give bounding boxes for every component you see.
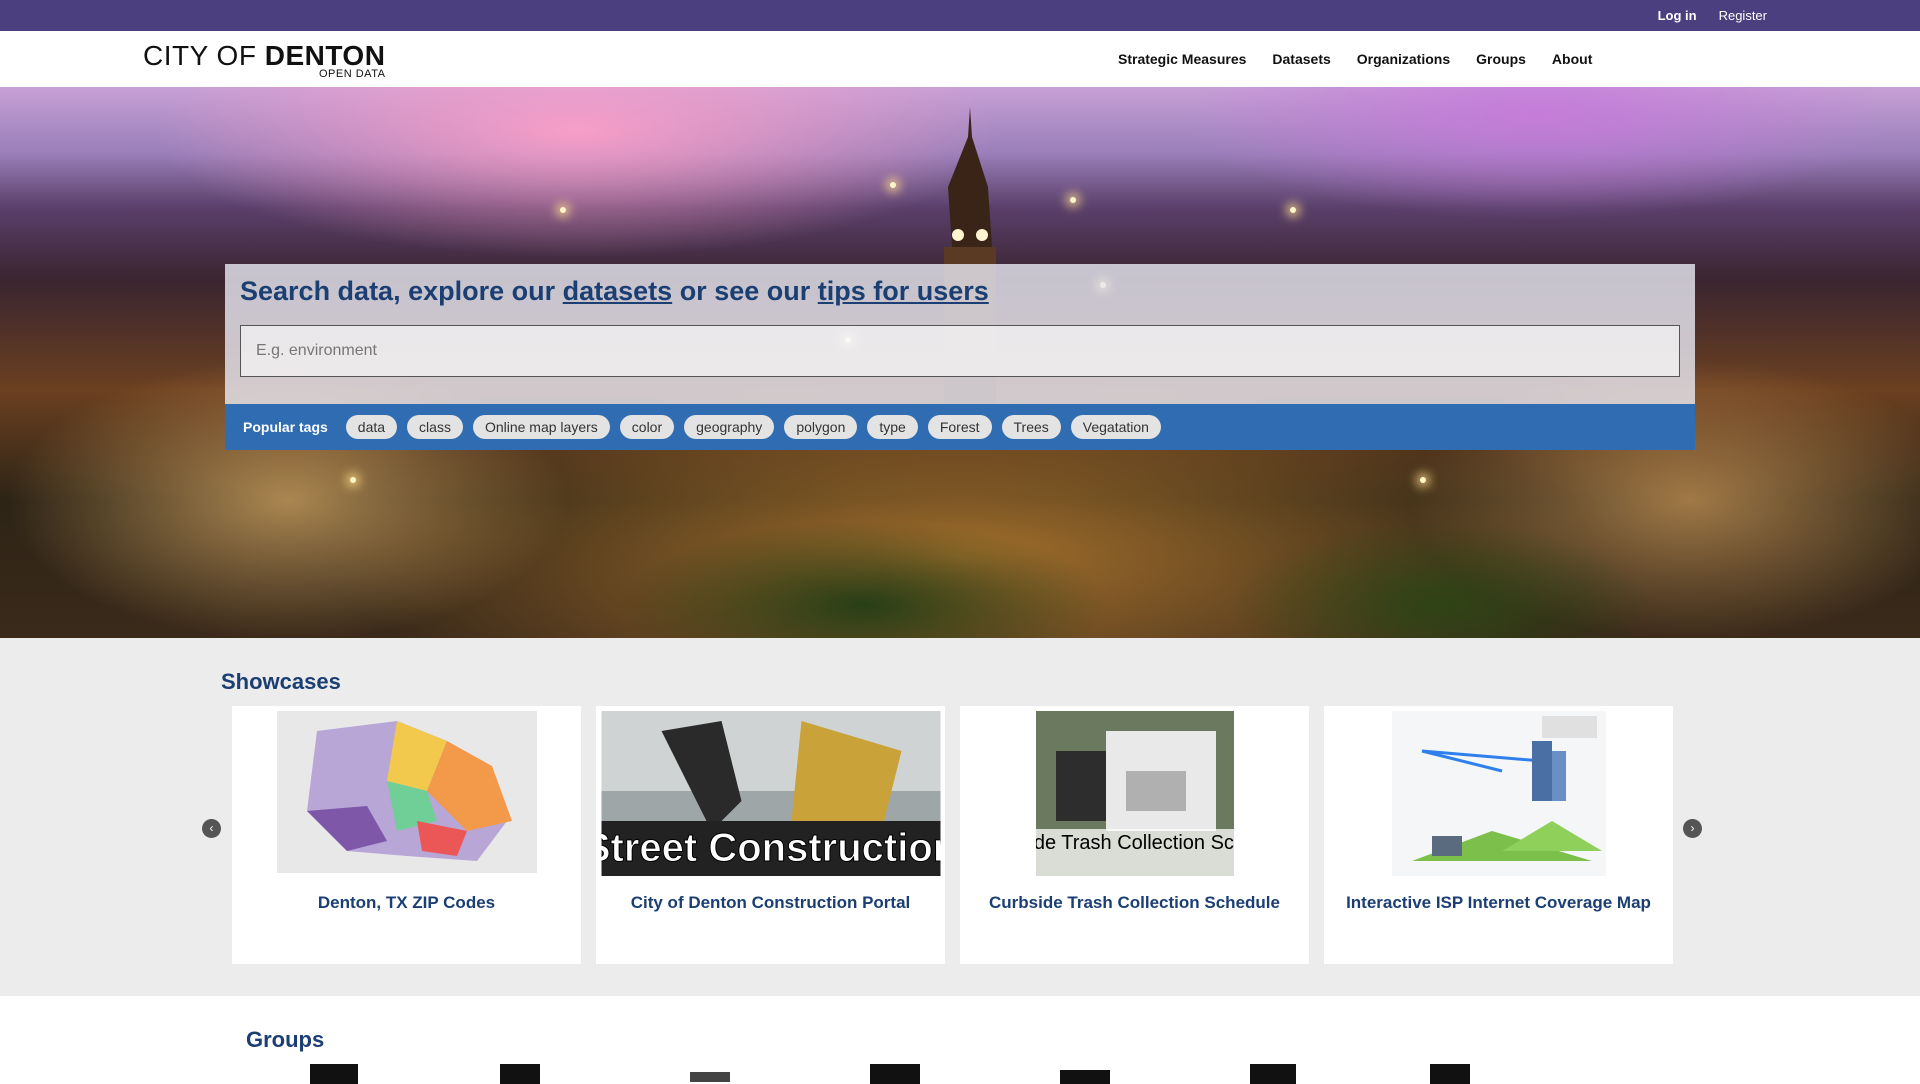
tag-online-map-layers[interactable]: Online map layers bbox=[472, 415, 610, 439]
tag-class[interactable]: class bbox=[407, 415, 463, 439]
tag-polygon[interactable]: polygon bbox=[784, 415, 858, 439]
showcase-caption: Denton, TX ZIP Codes bbox=[317, 893, 496, 912]
chart-icon[interactable] bbox=[870, 1064, 920, 1084]
city-light bbox=[1420, 477, 1426, 483]
showcase-caption: City of Denton Construction Portal bbox=[630, 893, 911, 912]
account-bar: Log in Register bbox=[0, 0, 1920, 31]
logo-text: CITY OF DENTON bbox=[143, 40, 386, 71]
hero-banner: Search data, explore our datasets or see… bbox=[0, 87, 1920, 638]
showcase-caption: Interactive ISP Internet Coverage Map bbox=[1346, 893, 1651, 912]
nav-about[interactable]: About bbox=[1552, 51, 1592, 67]
tag-data[interactable]: data bbox=[345, 415, 398, 439]
tree-canopy-image bbox=[0, 517, 1920, 638]
tag-color[interactable]: color bbox=[619, 415, 675, 439]
nav-datasets[interactable]: Datasets bbox=[1272, 51, 1330, 67]
city-light bbox=[560, 207, 566, 213]
nav-groups[interactable]: Groups bbox=[1476, 51, 1526, 67]
masthead: CITY OF DENTON OPEN DATA Strategic Measu… bbox=[0, 31, 1920, 103]
street-construction-image-text: Street Construction bbox=[601, 826, 940, 870]
main-nav: Strategic Measures Datasets Organization… bbox=[1118, 51, 1592, 67]
popular-tags-label: Popular tags bbox=[243, 419, 328, 435]
tag-forest[interactable]: Forest bbox=[927, 415, 992, 439]
map-icon[interactable] bbox=[310, 1064, 358, 1084]
tips-for-users-link[interactable]: tips for users bbox=[818, 276, 989, 306]
city-light bbox=[1070, 197, 1076, 203]
tag-vegatation[interactable]: Vegatation bbox=[1070, 415, 1161, 439]
carousel-next-button[interactable]: › bbox=[1683, 819, 1702, 838]
site-logo[interactable]: CITY OF DENTON OPEN DATA bbox=[143, 40, 386, 80]
nav-organizations[interactable]: Organizations bbox=[1357, 51, 1450, 67]
register-link[interactable]: Register bbox=[1719, 8, 1767, 23]
tag-trees[interactable]: Trees bbox=[1001, 415, 1061, 439]
curbside-trash-image: Curbside Trash Collection Schedule bbox=[1035, 711, 1234, 876]
search-panel-top: Search data, explore our datasets or see… bbox=[225, 264, 1695, 404]
zip-codes-map-image bbox=[276, 711, 537, 873]
search-panel: Search data, explore our datasets or see… bbox=[225, 264, 1695, 450]
city-light bbox=[890, 182, 896, 188]
target-icon[interactable] bbox=[1060, 1070, 1110, 1084]
city-light bbox=[350, 477, 356, 483]
showcase-card[interactable]: Interactive ISP Internet Coverage Map bbox=[1324, 706, 1673, 964]
showcase-card[interactable]: Denton, TX ZIP Codes bbox=[232, 706, 581, 964]
tag-geography[interactable]: geography bbox=[684, 415, 775, 439]
showcase-card[interactable]: Street Construction City of Denton Const… bbox=[596, 706, 945, 964]
isp-coverage-map-image bbox=[1391, 711, 1606, 876]
showcase-card[interactable]: Curbside Trash Collection Schedule Curbs… bbox=[960, 706, 1309, 964]
street-construction-image: Street Construction bbox=[601, 711, 940, 876]
showcases-section: Showcases ‹ Denton, TX ZIP Codes Street … bbox=[0, 638, 1920, 996]
education-icon[interactable] bbox=[690, 1072, 730, 1082]
showcase-caption: Curbside Trash Collection Schedule bbox=[989, 893, 1280, 912]
people-icon[interactable] bbox=[1430, 1064, 1470, 1084]
dataset-search-input[interactable] bbox=[240, 325, 1680, 377]
groups-heading: Groups bbox=[246, 1027, 325, 1052]
search-heading: Search data, explore our datasets or see… bbox=[240, 276, 989, 306]
logo-subtext: OPEN DATA bbox=[319, 68, 386, 80]
curbside-trash-image-text: Curbside Trash Collection Schedule bbox=[1036, 832, 1234, 854]
showcases-heading: Showcases bbox=[221, 669, 341, 694]
popular-tags-bar: Popular tags data class Online map layer… bbox=[225, 404, 1695, 450]
shield-icon[interactable] bbox=[500, 1064, 540, 1084]
login-link[interactable]: Log in bbox=[1658, 8, 1697, 23]
tag-type[interactable]: type bbox=[867, 415, 918, 439]
home-icon[interactable] bbox=[1250, 1064, 1296, 1084]
city-light bbox=[1290, 207, 1296, 213]
nav-strategic-measures[interactable]: Strategic Measures bbox=[1118, 51, 1246, 67]
carousel-prev-button[interactable]: ‹ bbox=[202, 819, 221, 838]
datasets-link[interactable]: datasets bbox=[563, 276, 673, 306]
